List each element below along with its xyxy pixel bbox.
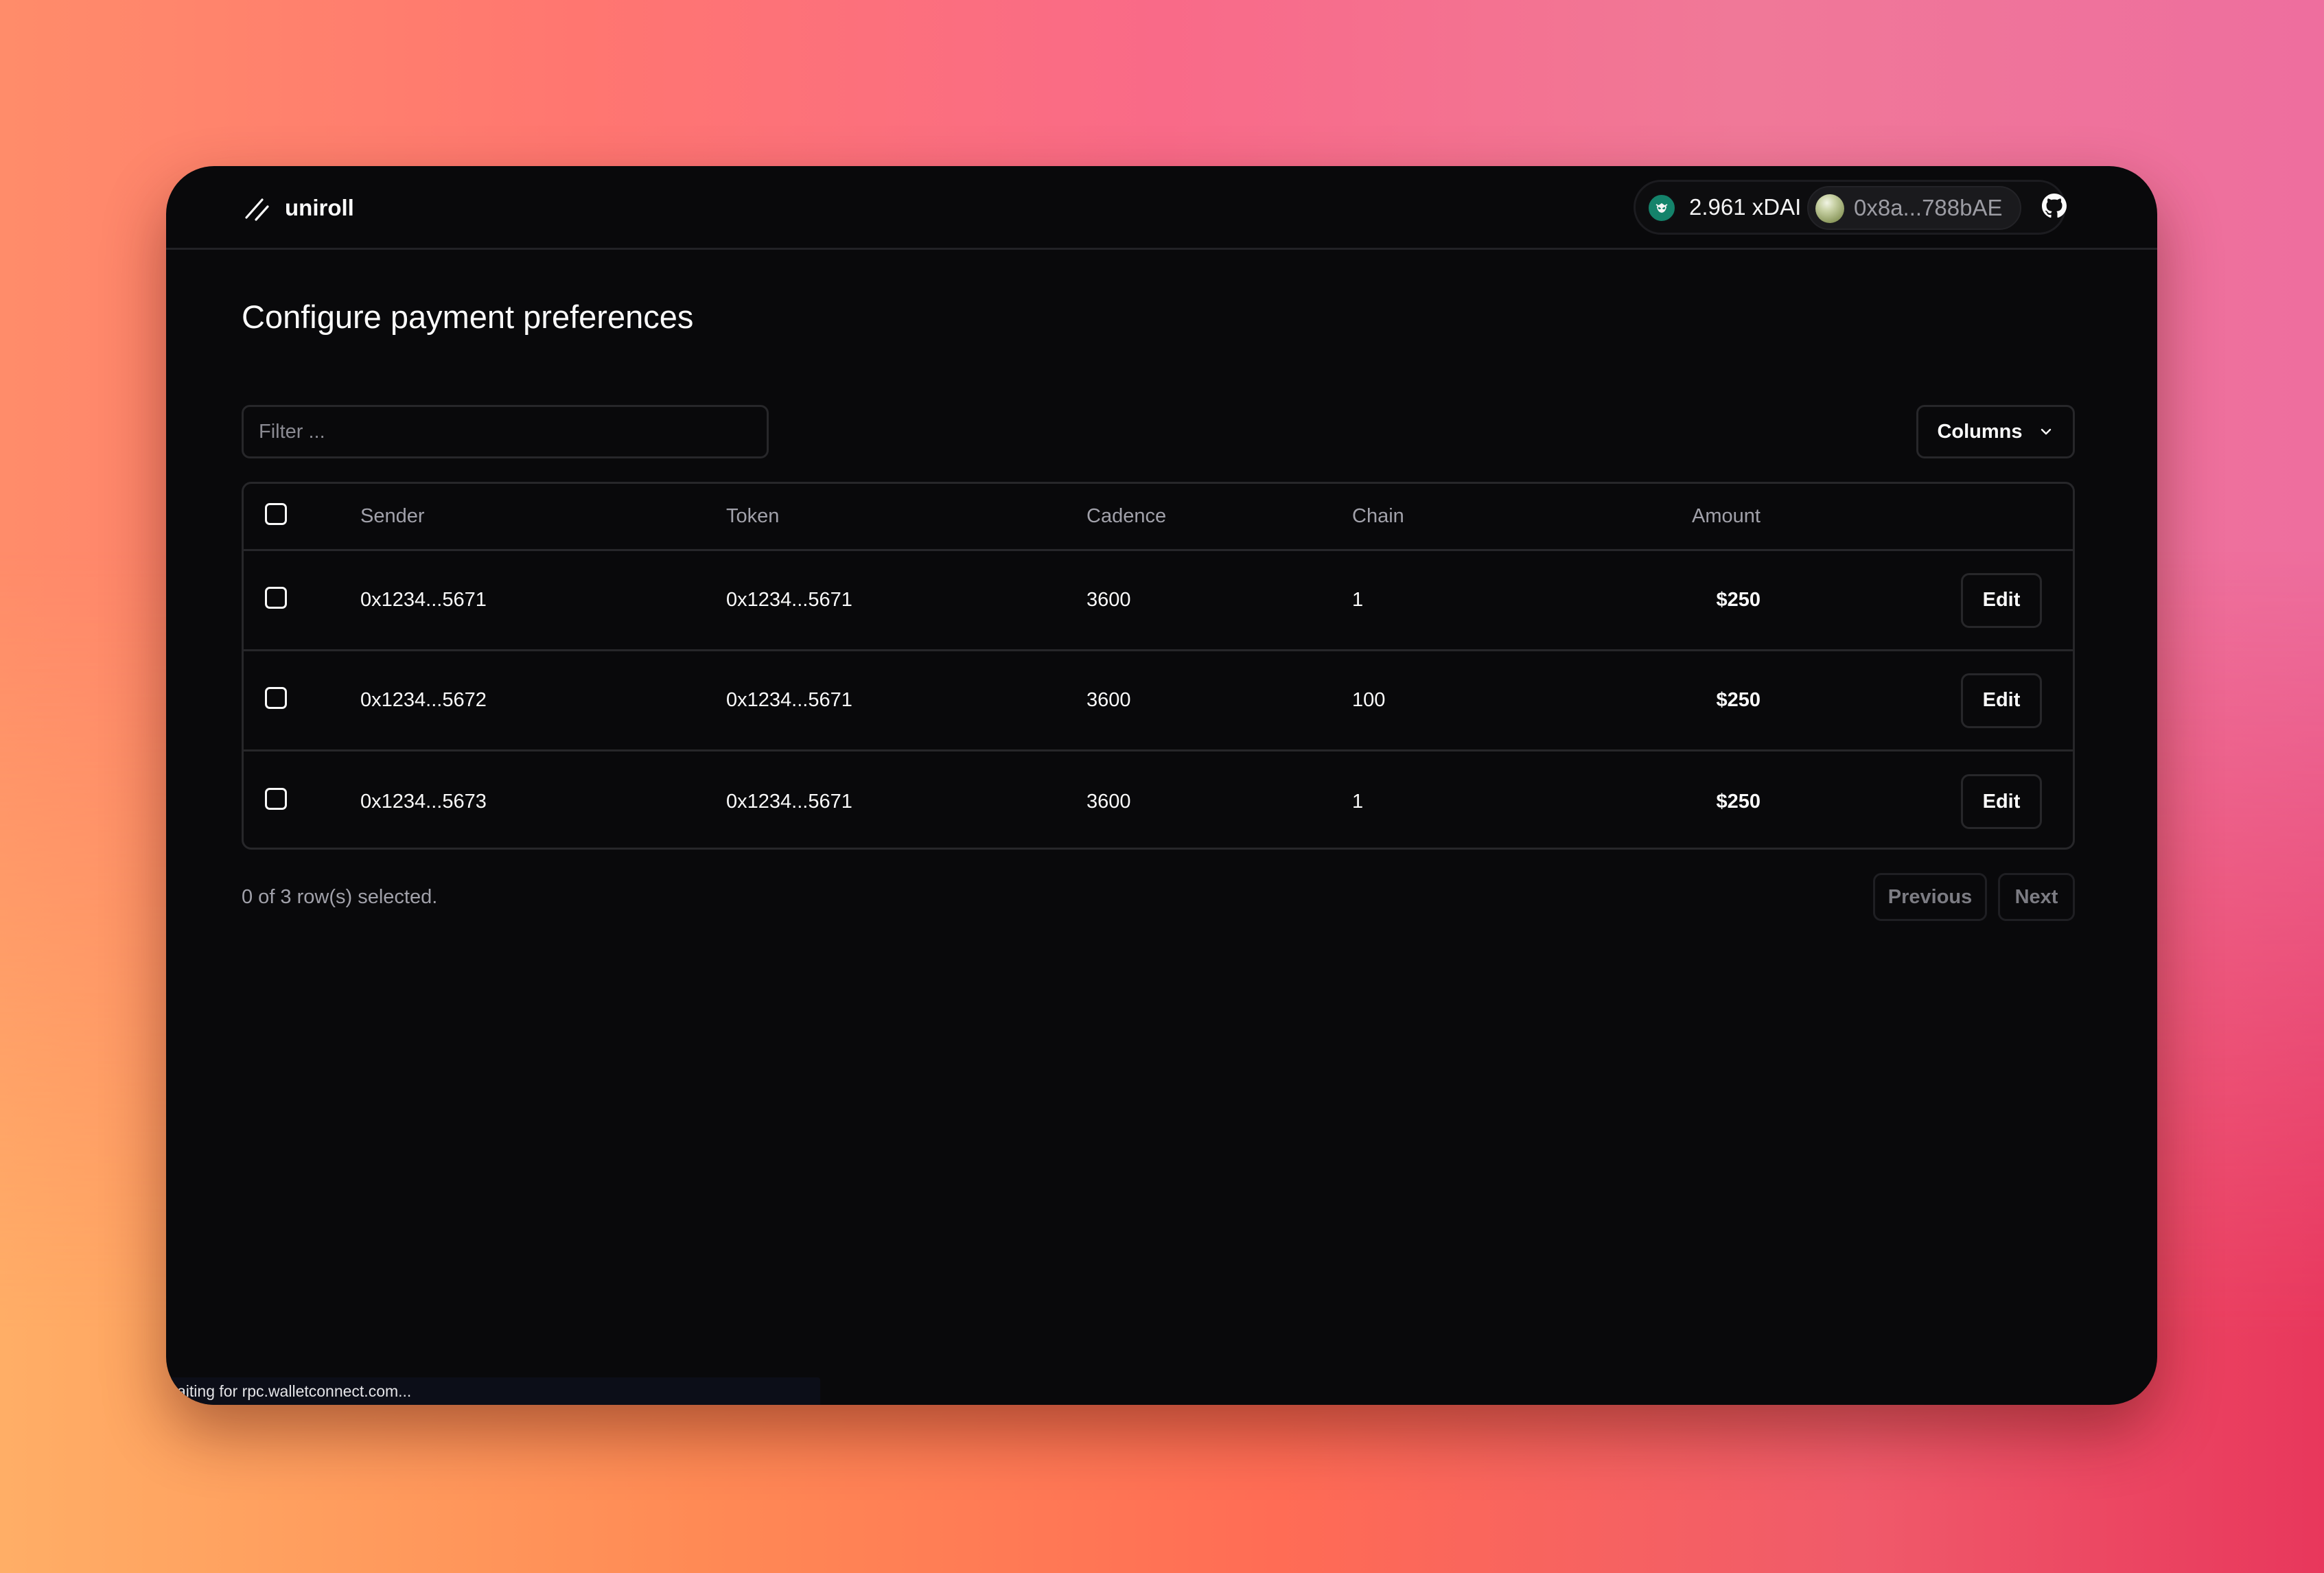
column-header-sender[interactable]: Sender xyxy=(360,484,425,549)
app-name[interactable]: uniroll xyxy=(285,191,354,225)
cell-cadence: 3600 xyxy=(1087,689,1131,711)
table-header-row: Sender Token Cadence Chain Amount xyxy=(244,484,2073,551)
wallet-address: 0x8a...788bAE xyxy=(1854,195,2003,220)
edit-button[interactable]: Edit xyxy=(1961,774,2042,829)
next-page-button[interactable]: Next xyxy=(1998,873,2075,921)
cell-amount: $250 xyxy=(1716,689,1761,711)
columns-button[interactable]: Columns xyxy=(1916,405,2075,458)
cell-amount: $250 xyxy=(1716,790,1761,813)
previous-page-button[interactable]: Previous xyxy=(1873,873,1987,921)
gnosis-owl-icon[interactable] xyxy=(1647,193,1677,223)
column-header-chain[interactable]: Chain xyxy=(1352,484,1404,549)
page-title: Configure payment preferences xyxy=(242,299,694,335)
cell-token: 0x1234...5671 xyxy=(726,589,852,611)
cell-sender: 0x1234...5672 xyxy=(360,689,487,711)
browser-status-bar: aiting for rpc.walletconnect.com... xyxy=(166,1377,820,1405)
filter-input[interactable] xyxy=(242,405,769,458)
github-icon[interactable] xyxy=(2042,194,2067,218)
cell-token: 0x1234...5671 xyxy=(726,790,852,813)
wallet-avatar xyxy=(1815,194,1844,223)
chevron-down-icon xyxy=(2041,428,2051,435)
select-all-checkbox[interactable] xyxy=(265,502,287,525)
payments-table: Sender Token Cadence Chain Amount 0x1234… xyxy=(242,482,2075,850)
cell-chain: 1 xyxy=(1352,790,1364,813)
selection-count: 0 of 3 row(s) selected. xyxy=(242,886,438,908)
column-header-amount[interactable]: Amount xyxy=(1548,484,1761,549)
table-row: 0x1234...5672 0x1234...5671 3600 100 $25… xyxy=(244,651,2073,751)
table-row: 0x1234...5673 0x1234...5671 3600 1 $250 … xyxy=(244,751,2073,848)
table-row: 0x1234...5671 0x1234...5671 3600 1 $250 … xyxy=(244,551,2073,651)
cell-cadence: 3600 xyxy=(1087,790,1131,813)
column-header-token[interactable]: Token xyxy=(726,484,779,549)
cell-chain: 1 xyxy=(1352,589,1364,611)
wallet-balance[interactable]: 2.961 xDAI xyxy=(1689,182,1801,233)
edit-button[interactable]: Edit xyxy=(1961,673,2042,728)
columns-button-label: Columns xyxy=(1937,420,2023,443)
wallet-widget[interactable]: 2.961 xDAI 0x8a...788bAE xyxy=(1634,180,2066,235)
column-header-cadence[interactable]: Cadence xyxy=(1087,484,1166,549)
row-checkbox[interactable] xyxy=(265,788,287,810)
cell-chain: 100 xyxy=(1352,689,1386,711)
cell-token: 0x1234...5671 xyxy=(726,689,852,711)
edit-button[interactable]: Edit xyxy=(1961,572,2042,628)
row-checkbox[interactable] xyxy=(265,686,287,709)
row-checkbox[interactable] xyxy=(265,586,287,609)
cell-amount: $250 xyxy=(1716,589,1761,611)
cell-cadence: 3600 xyxy=(1087,589,1131,611)
cell-sender: 0x1234...5673 xyxy=(360,790,487,813)
slash-slash-logo-icon xyxy=(245,198,269,221)
cell-sender: 0x1234...5671 xyxy=(360,589,487,611)
account-button[interactable]: 0x8a...788bAE xyxy=(1807,186,2021,230)
top-nav: uniroll 2.961 xDAI 0x8a...788bAE xyxy=(166,166,2157,250)
app-window: uniroll 2.961 xDAI 0x8a...788bAE Configu… xyxy=(166,166,2157,1405)
